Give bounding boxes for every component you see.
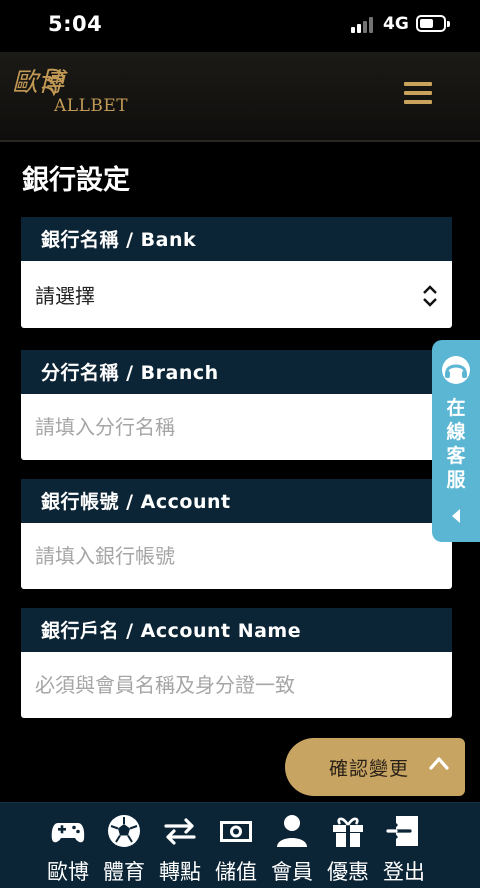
caret-left-icon xyxy=(452,509,460,523)
logout-icon xyxy=(386,816,418,846)
soccer-ball-icon xyxy=(108,815,140,847)
hamburger-menu-icon[interactable] xyxy=(404,82,432,104)
logo-brand-text: ALLBET xyxy=(54,96,129,116)
allbet-logo[interactable]: 歐博 ALLBET xyxy=(8,66,128,122)
member-icon xyxy=(277,815,307,847)
nav-item-logout[interactable]: 登出 xyxy=(376,803,432,888)
scroll-to-top-icon[interactable] xyxy=(422,748,456,778)
network-type: 4G xyxy=(383,14,409,34)
customer-service-tab[interactable]: 在 線 客 服 xyxy=(432,340,480,542)
account-input[interactable] xyxy=(21,523,452,589)
status-time: 5:04 xyxy=(48,12,103,36)
nav-item-transfer[interactable]: 轉點 xyxy=(152,803,208,888)
nav-item-promotions[interactable]: 優惠 xyxy=(320,803,376,888)
account-name-input[interactable] xyxy=(21,652,452,718)
nav-label: 優惠 xyxy=(327,860,369,884)
nav-item-allbet[interactable]: 歐博 xyxy=(40,803,96,888)
status-bar: 5:04 4G xyxy=(0,0,480,52)
account-name-field: 銀行戶名 / Account Name xyxy=(21,608,452,718)
account-label: 銀行帳號 / Account xyxy=(21,479,452,523)
nav-label: 會員 xyxy=(271,860,313,884)
logo-glyph: 歐博 xyxy=(12,68,65,98)
confirm-change-label: 確認變更 xyxy=(329,758,410,780)
bank-field: 銀行名稱 / Bank 請選擇 xyxy=(21,217,452,328)
gift-icon xyxy=(333,817,363,847)
deposit-icon xyxy=(220,821,252,842)
account-name-label: 銀行戶名 / Account Name xyxy=(21,608,452,652)
page-title: 銀行設定 xyxy=(22,165,130,196)
nav-label: 登出 xyxy=(383,860,425,884)
bank-select[interactable]: 請選擇 xyxy=(21,261,452,328)
nav-item-member[interactable]: 會員 xyxy=(264,803,320,888)
headset-icon xyxy=(442,356,470,384)
app-header: 歐博 ALLBET xyxy=(0,52,480,142)
customer-service-label: 在 線 客 服 xyxy=(446,397,466,491)
signal-icon xyxy=(351,17,377,33)
branch-field: 分行名稱 / Branch xyxy=(21,350,452,460)
branch-input[interactable] xyxy=(21,394,452,460)
nav-item-sports[interactable]: 體育 xyxy=(96,803,152,888)
battery-icon xyxy=(416,15,450,32)
bank-select-value: 請選擇 xyxy=(35,284,95,308)
bank-label: 銀行名稱 / Bank xyxy=(21,217,452,261)
nav-label: 儲值 xyxy=(215,860,257,884)
bottom-nav: 歐博 體育 轉點 儲值 會員 優惠 登出 xyxy=(0,802,480,888)
account-field: 銀行帳號 / Account xyxy=(21,479,452,589)
nav-label: 轉點 xyxy=(159,860,201,884)
nav-label: 歐博 xyxy=(47,860,89,884)
branch-label: 分行名稱 / Branch xyxy=(21,350,452,394)
up-down-chevron-icon xyxy=(423,285,437,307)
nav-label: 體育 xyxy=(103,860,145,884)
nav-item-deposit[interactable]: 儲值 xyxy=(208,803,264,888)
transfer-icon xyxy=(164,818,196,845)
gamepad-icon xyxy=(51,823,85,843)
